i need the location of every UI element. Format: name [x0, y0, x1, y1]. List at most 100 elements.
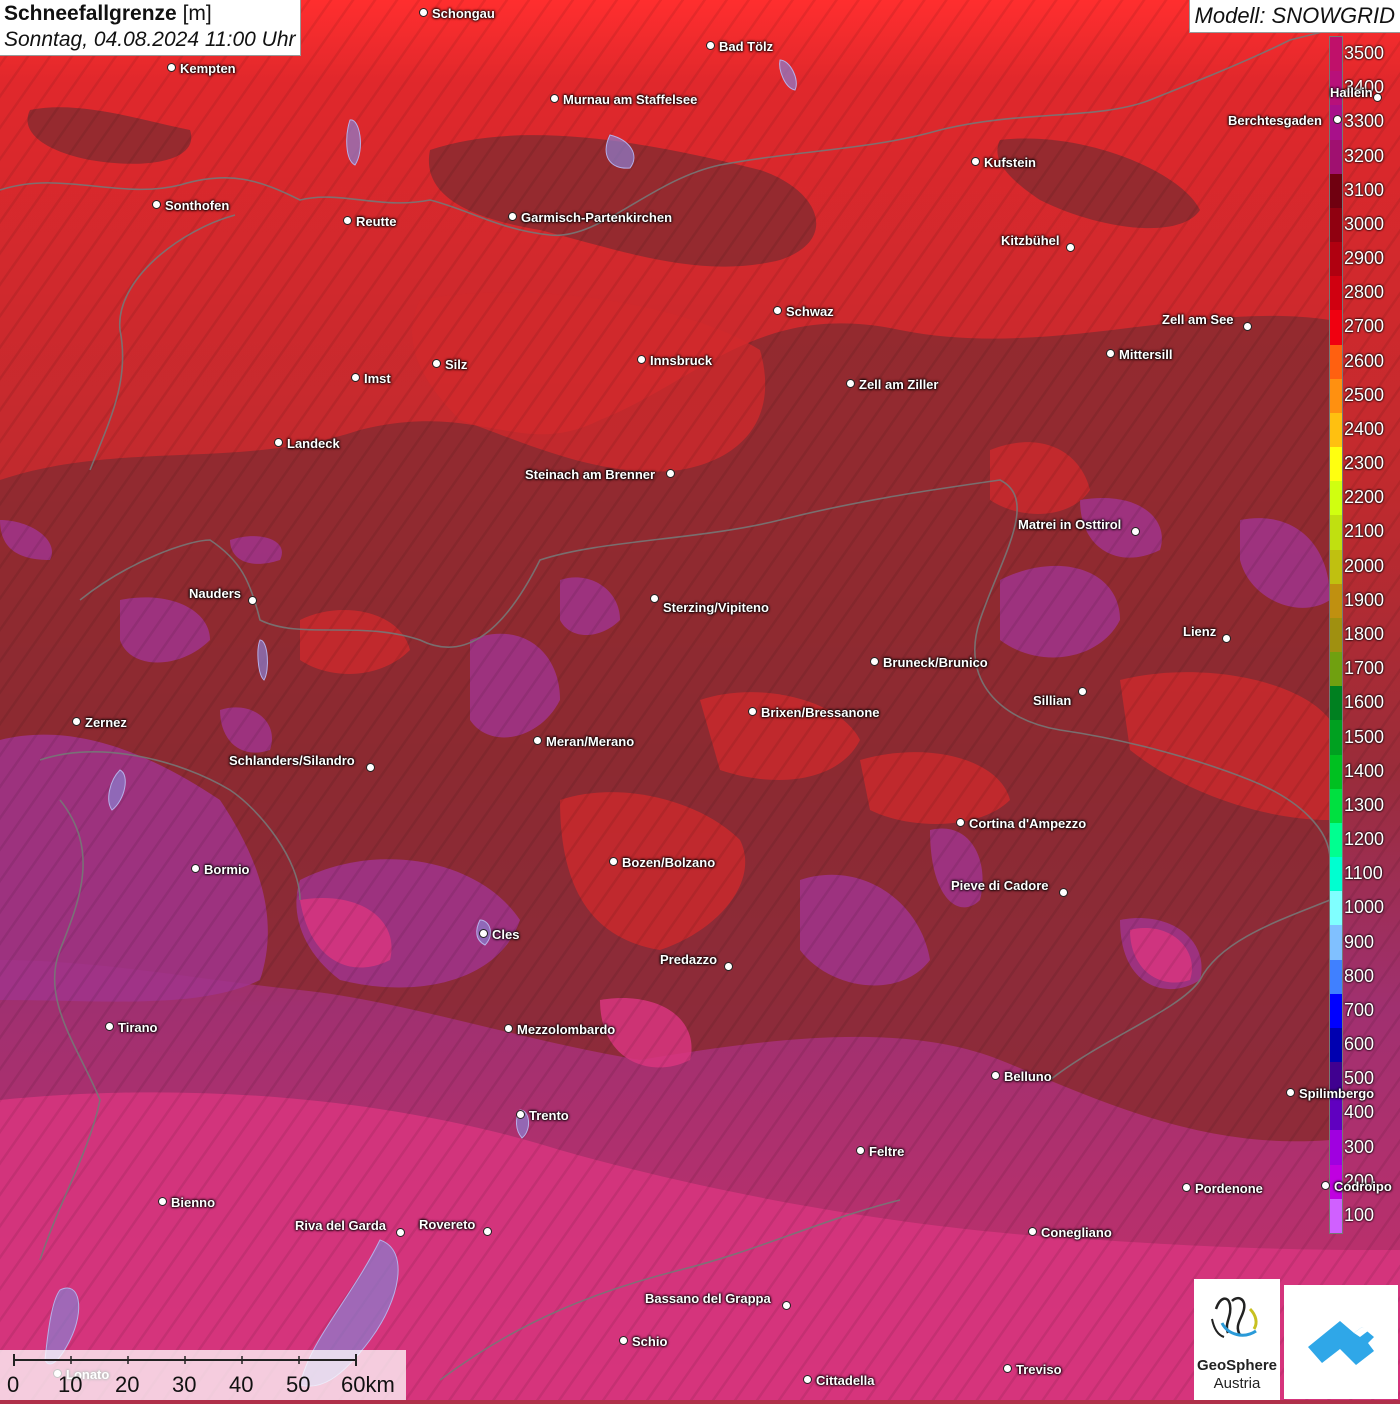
legend-swatch-3500 — [1330, 37, 1342, 72]
city-dot — [619, 1336, 628, 1345]
map-title: Schneefallgrenze [m] — [4, 2, 296, 26]
title-box: Schneefallgrenze [m] Sonntag, 04.08.2024… — [0, 0, 301, 56]
city-name: Zell am Ziller — [859, 377, 939, 392]
legend-swatch-1800 — [1330, 617, 1342, 653]
legend-swatch-2800 — [1330, 276, 1342, 311]
legend-label-100: 100 — [1344, 1204, 1375, 1225]
city-name: Schlanders/Silandro — [229, 753, 355, 768]
city-dot — [856, 1146, 865, 1155]
scale-bar: 0 10 20 30 40 50 60km — [0, 1350, 406, 1400]
legend-label-1300: 1300 — [1344, 794, 1385, 815]
legend-label-1500: 1500 — [1344, 726, 1385, 747]
legend-label-2500: 2500 — [1344, 384, 1385, 405]
city-dot — [274, 438, 283, 447]
legend-swatch-1200 — [1330, 822, 1342, 858]
city-dot — [1243, 322, 1252, 331]
scale-label-60km: 60km — [341, 1372, 395, 1397]
city-dot — [1078, 687, 1087, 696]
city-dot — [419, 8, 428, 17]
legend-label-3300: 3300 — [1344, 111, 1385, 132]
legend-label-1000: 1000 — [1344, 897, 1385, 918]
legend-label-2700: 2700 — [1344, 316, 1385, 337]
legend-colorbar — [1329, 36, 1343, 1234]
city-name: Rovereto — [419, 1217, 476, 1232]
city-dot — [650, 594, 659, 603]
city-name: Kitzbühel — [1001, 233, 1060, 248]
city-dot — [516, 1110, 525, 1119]
city-name: Bruneck/Brunico — [883, 655, 988, 670]
legend-swatch-1700 — [1330, 652, 1342, 687]
legend-label-3100: 3100 — [1344, 179, 1385, 200]
legend-label-2900: 2900 — [1344, 248, 1385, 269]
legend-label-400: 400 — [1344, 1102, 1375, 1123]
city-dot — [396, 1228, 405, 1237]
city-dot — [1066, 243, 1075, 252]
legend-label-500: 500 — [1344, 1068, 1375, 1089]
city-dot — [748, 707, 757, 716]
geosphere-logo-icon — [1211, 1297, 1258, 1338]
legend-swatch-3200 — [1330, 139, 1342, 175]
city-name: Schongau — [432, 6, 495, 21]
city-name: Riva del Garda — [295, 1218, 387, 1233]
geosphere-logo-line1: GeoSphere — [1196, 1357, 1278, 1374]
city-dot — [956, 818, 965, 827]
legend-swatch-1500 — [1330, 720, 1342, 756]
city-dot — [1059, 888, 1068, 897]
title-unit: [m] — [182, 2, 212, 25]
city-dot — [1182, 1183, 1191, 1192]
city-dot — [1321, 1181, 1330, 1190]
city-name: Trento — [529, 1108, 569, 1123]
city-name: Zell am See — [1162, 312, 1234, 327]
city-name: Cittadella — [816, 1373, 875, 1388]
legend-label-1200: 1200 — [1344, 829, 1385, 850]
legend-swatch-2300 — [1330, 447, 1342, 482]
legend-label-300: 300 — [1344, 1136, 1375, 1157]
legend-swatch-2400 — [1330, 412, 1342, 448]
legend-label-3200: 3200 — [1344, 145, 1385, 166]
city-dot — [158, 1197, 167, 1206]
city-name: Matrei in Osttirol — [1018, 517, 1122, 532]
title-name: Schneefallgrenze — [4, 2, 177, 25]
legend-label-3000: 3000 — [1344, 213, 1385, 234]
city-dot — [803, 1375, 812, 1384]
city-dot — [105, 1022, 114, 1031]
legend-swatch-2600 — [1330, 344, 1342, 380]
city-dot — [773, 306, 782, 315]
city-name: Reutte — [356, 214, 397, 229]
city-dot — [550, 94, 559, 103]
legend-label-2400: 2400 — [1344, 418, 1385, 439]
legend-swatch-300 — [1330, 1130, 1342, 1166]
city-name: Imst — [364, 371, 391, 386]
city-name: Mittersill — [1119, 347, 1173, 362]
city-name: Berchtesgaden — [1228, 113, 1322, 128]
city-dot — [971, 157, 980, 166]
city-name: Meran/Merano — [546, 734, 635, 749]
city-dot — [666, 469, 675, 478]
city-name: Kufstein — [984, 155, 1036, 170]
city-dot — [1222, 634, 1231, 643]
city-dot — [846, 379, 855, 388]
city-dot — [1286, 1088, 1295, 1097]
legend-label-1900: 1900 — [1344, 589, 1385, 610]
city-dot — [870, 657, 879, 666]
legend-label-600: 600 — [1344, 1034, 1375, 1055]
city-name: Predazzo — [660, 952, 718, 967]
city-dot — [191, 864, 200, 873]
city-name: Tirano — [118, 1020, 158, 1035]
city-dot — [479, 929, 488, 938]
legend-swatch-800 — [1330, 959, 1342, 995]
city-dot — [1373, 93, 1382, 102]
city-name: Bassano del Grappa — [645, 1291, 771, 1306]
city-name: Feltre — [869, 1144, 905, 1159]
city-dot — [504, 1024, 513, 1033]
city-dot — [366, 763, 375, 772]
city-name: Nauders — [189, 586, 242, 601]
legend-label-1100: 1100 — [1344, 863, 1383, 884]
legend-swatch-1100 — [1330, 857, 1342, 892]
city-dot — [1028, 1227, 1037, 1236]
city-dot — [343, 216, 352, 225]
legend-label-3500: 3500 — [1344, 43, 1385, 64]
legend-label-1600: 1600 — [1344, 692, 1385, 713]
city-name: Schio — [632, 1334, 668, 1349]
city-name: Mezzolombardo — [517, 1022, 616, 1037]
